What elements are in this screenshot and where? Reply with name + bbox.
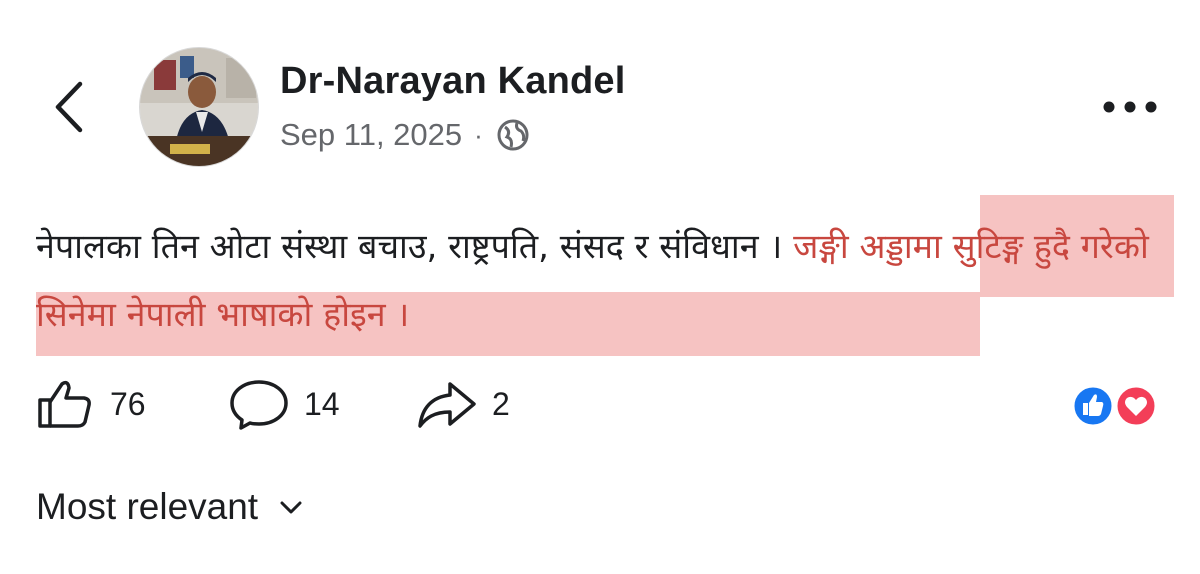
globe-icon xyxy=(497,119,529,151)
avatar-photo xyxy=(140,48,258,166)
comment-count: 14 xyxy=(304,385,340,422)
like-count: 76 xyxy=(110,385,146,422)
more-options-button[interactable] xyxy=(1096,92,1168,122)
share-arrow-icon xyxy=(418,382,476,428)
sort-label: Most relevant xyxy=(36,486,259,527)
meta-separator: · xyxy=(474,119,483,150)
post-actions: 76 14 2 xyxy=(36,378,1166,430)
comment-button[interactable]: 14 xyxy=(228,378,340,430)
comment-sort-dropdown[interactable]: Most relevant xyxy=(36,482,304,532)
post-date[interactable]: Sep 11, 2025 xyxy=(280,117,462,153)
chevron-left-icon xyxy=(55,81,83,133)
post-meta: Sep 11, 2025 · xyxy=(280,114,531,156)
author-avatar[interactable] xyxy=(139,47,259,167)
post-body: नेपालका तिन ओटा संस्था बचाउ, राष्ट्रपति,… xyxy=(36,213,1176,349)
share-button[interactable]: 2 xyxy=(416,378,510,430)
share-count: 2 xyxy=(492,385,510,422)
author-name[interactable]: Dr-Narayan Kandel xyxy=(280,60,626,103)
post-text-plain: नेपालका तिन ओटा संस्था बचाउ, राष्ट्रपति,… xyxy=(36,227,794,267)
love-reaction-icon xyxy=(1114,384,1158,428)
reaction-summary[interactable] xyxy=(1070,383,1170,429)
reaction-icons xyxy=(1071,384,1158,428)
like-button[interactable]: 76 xyxy=(36,378,146,430)
thumbs-up-icon xyxy=(38,380,91,428)
like-reaction-icon xyxy=(1071,384,1115,428)
chevron-down-icon xyxy=(280,501,302,514)
more-dots-icon xyxy=(1103,101,1157,113)
comment-bubble-icon xyxy=(230,380,288,430)
back-button[interactable] xyxy=(44,72,94,142)
